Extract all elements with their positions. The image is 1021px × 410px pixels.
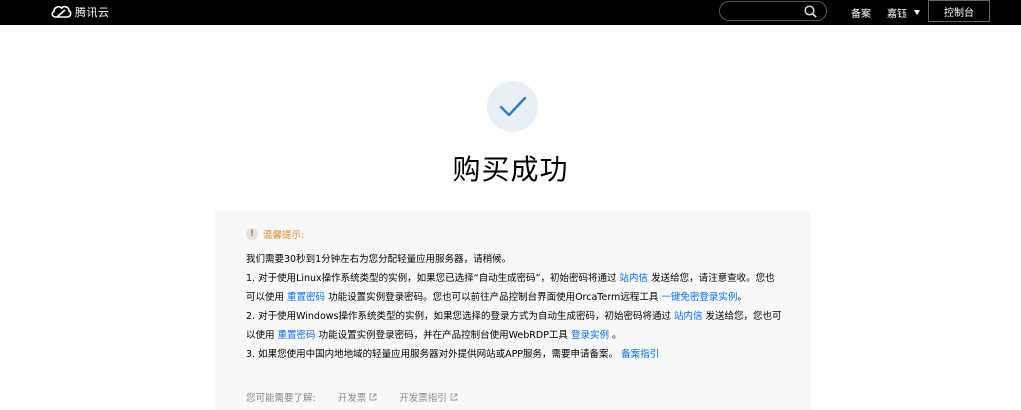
warning-icon: ! xyxy=(246,228,258,240)
tip-line-4: 以使用 重置密码 功能设置实例登录密码，并在产品控制台使用WebRDP工具 登录… xyxy=(246,326,786,345)
tip-header: ! 温馨提示: xyxy=(246,227,304,241)
search-icon[interactable] xyxy=(804,5,817,18)
caret-down-icon xyxy=(914,10,920,15)
tip-line-0: 我们需要30秒到1分钟左右为您分配轻量应用服务器，请稍候。 xyxy=(246,254,512,265)
more-info-label: 您可能需要了解: xyxy=(246,393,316,404)
tip-text: 。 xyxy=(608,330,622,341)
tip-text: 发送给您，您也可 xyxy=(702,311,782,322)
invoice-guide-link-label: 开发票指引 xyxy=(399,393,447,404)
invoice-link-label: 开发票 xyxy=(337,393,367,404)
tencent-cloud-logo[interactable]: 腾讯云 xyxy=(50,3,110,21)
tip-text: 2. 对于使用Windows操作系统类型的实例，如果您选择的登录方式为自动生成密… xyxy=(246,311,675,322)
logo-text: 腾讯云 xyxy=(75,6,110,19)
one-click-login-link[interactable]: 一键免密登录实例 xyxy=(661,292,737,303)
reset-password-link[interactable]: 重置密码 xyxy=(278,330,316,341)
check-icon xyxy=(499,96,526,116)
tip-text: 功能设置实例登录密码，并在产品控制台使用WebRDP工具 xyxy=(315,330,571,341)
login-instance-link[interactable]: 登录实例 xyxy=(571,330,609,341)
tip-text: 发送给您，请注意查收。您也 xyxy=(648,273,775,284)
more-info-row: 您可能需要了解: 开发票 开发票指引 xyxy=(246,390,458,404)
user-menu[interactable]: 嘉钰 xyxy=(887,5,920,20)
tip-text: 1. 对于使用Linux操作系统类型的实例，如果您已选择“自动生成密码”，初始密… xyxy=(246,273,620,284)
tip-label: 温馨提示: xyxy=(263,230,305,241)
tip-line-5: 3. 如果您使用中国内地地域的轻量应用服务器对外提供网站或APP服务，需要申请备… xyxy=(246,345,786,364)
tip-text: 可以使用 xyxy=(246,292,288,303)
beian-guide-link[interactable]: 备案指引 xyxy=(621,349,659,360)
tip-text: 功能设置实例登录密码。您也可以前往产品控制台界面使用OrcaTerm远程工具 xyxy=(325,292,662,303)
tip-line-2: 可以使用 重置密码 功能设置实例登录密码。您也可以前往产品控制台界面使用Orca… xyxy=(246,288,786,307)
user-name: 嘉钰 xyxy=(887,9,907,20)
tip-text: 3. 如果您使用中国内地地域的轻量应用服务器对外提供网站或APP服务，需要申请备… xyxy=(246,349,622,360)
nav-beian-link[interactable]: 备案 xyxy=(851,5,871,20)
top-navigation-bar: 腾讯云 备案 嘉钰 控制台 xyxy=(0,0,1021,25)
tip-line-3: 2. 对于使用Windows操作系统类型的实例，如果您选择的登录方式为自动生成密… xyxy=(246,307,786,326)
site-message-link[interactable]: 站内信 xyxy=(674,311,703,322)
cloud-logo-icon xyxy=(51,5,72,18)
invoice-guide-link[interactable]: 开发票指引 xyxy=(399,390,458,404)
tip-lines: 我们需要30秒到1分钟左右为您分配轻量应用服务器，请稍候。 1. 对于使用Lin… xyxy=(246,250,786,364)
site-message-link[interactable]: 站内信 xyxy=(620,273,649,284)
tip-line-1: 1. 对于使用Linux操作系统类型的实例，如果您已选择“自动生成密码”，初始密… xyxy=(246,269,786,288)
search-input[interactable] xyxy=(719,1,827,21)
invoice-link[interactable]: 开发票 xyxy=(338,390,378,404)
console-button[interactable]: 控制台 xyxy=(928,0,990,22)
page-title: 购买成功 xyxy=(452,153,569,186)
reset-password-link[interactable]: 重置密码 xyxy=(287,292,325,303)
tip-text: 以使用 xyxy=(246,330,278,341)
success-icon-circle xyxy=(487,81,538,132)
tip-text: 。 xyxy=(737,292,747,303)
tips-panel: ! 温馨提示: 我们需要30秒到1分钟左右为您分配轻量应用服务器，请稍候。 1.… xyxy=(214,210,811,410)
